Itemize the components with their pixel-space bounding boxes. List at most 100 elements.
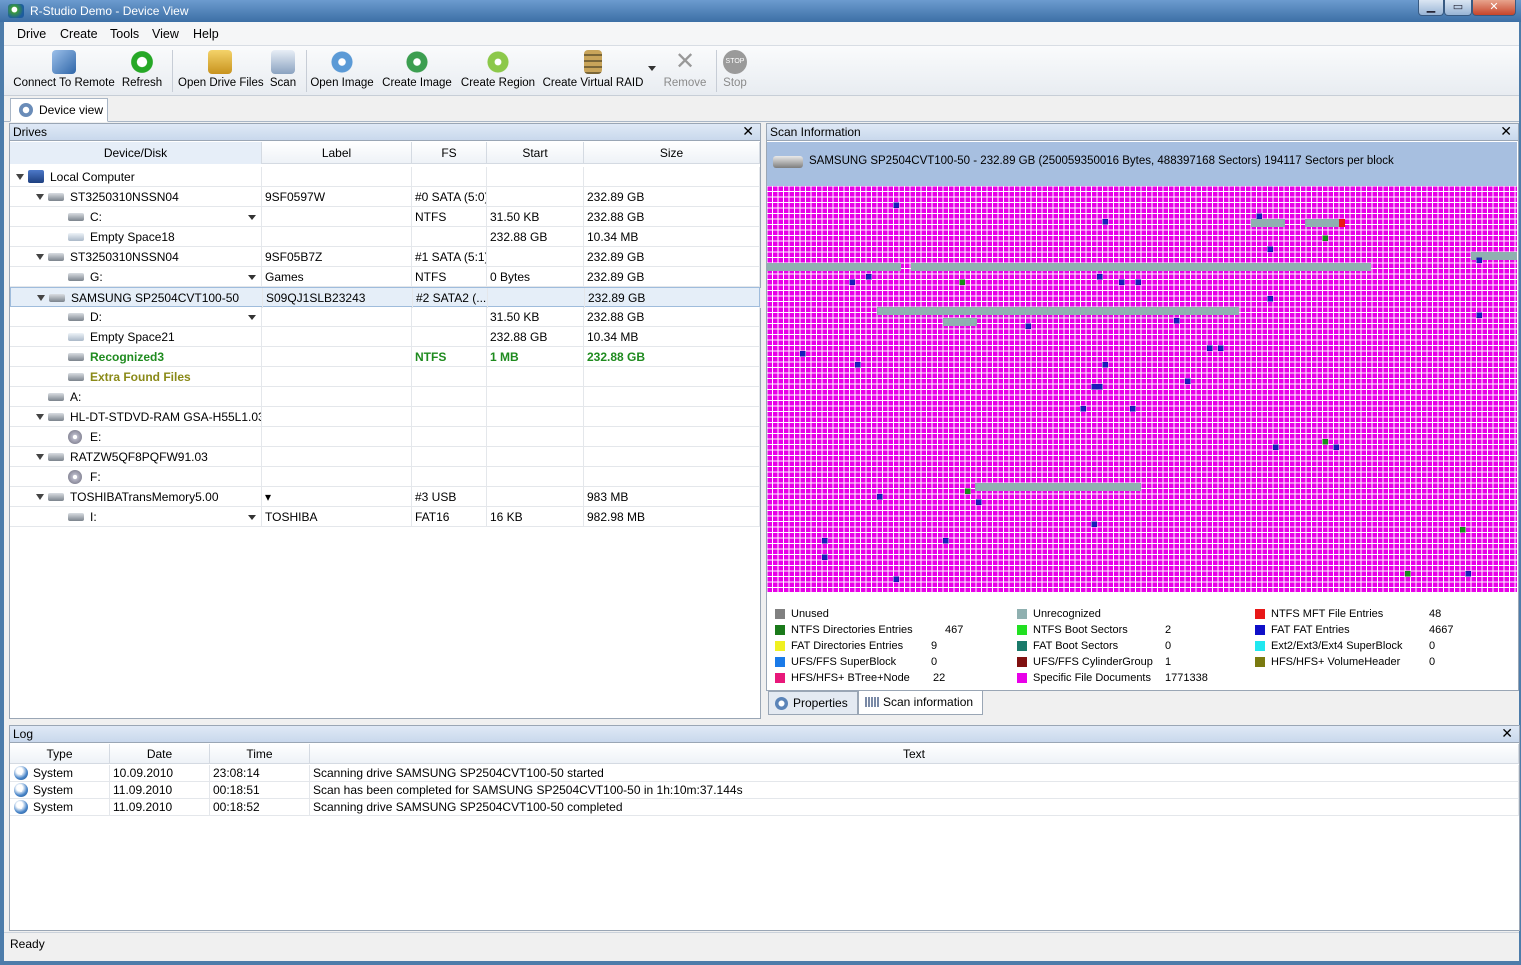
raid-dropdown-arrow[interactable] — [648, 66, 656, 71]
drive-cell-fs — [412, 367, 487, 387]
drive-row[interactable]: Empty Space18 232.88 GB 10.34 MB — [10, 227, 760, 247]
drive-cell-label — [262, 347, 412, 367]
legend-item: UFS/FFS CylinderGroup 1 — [1017, 654, 1252, 670]
empty-space-icon — [68, 233, 84, 241]
close-button[interactable]: ✕ — [1472, 0, 1516, 16]
col-label[interactable]: Label — [262, 142, 412, 164]
chevron-down-icon[interactable] — [248, 275, 256, 280]
drive-row[interactable]: RATZW5QF8PQFW91.03 — [10, 447, 760, 467]
col-size[interactable]: Size — [584, 142, 760, 164]
drive-row[interactable]: Local Computer — [10, 167, 760, 187]
col-fs[interactable]: FS — [412, 142, 487, 164]
log-row[interactable]: i System 10.09.2010 23:08:14 Scanning drive … — [10, 765, 1519, 782]
drive-row[interactable]: ST3250310NSSN04 9SF05B7Z #1 SATA (5:1) 232.… — [10, 247, 760, 267]
drive-row[interactable]: F: — [10, 467, 760, 487]
maximize-button[interactable]: ▭ — [1444, 0, 1472, 16]
col-text[interactable]: Text — [310, 744, 1519, 764]
scan-button[interactable]: Scan — [266, 48, 300, 94]
open-drive-files-button[interactable]: Open Drive Files — [178, 48, 264, 94]
tab-properties[interactable]: Properties — [768, 691, 858, 715]
scan-icon — [271, 50, 295, 74]
create-region-button[interactable]: Create Region — [460, 48, 536, 94]
expand-toggle-icon[interactable] — [36, 194, 44, 200]
disk-icon — [48, 193, 64, 201]
expand-toggle-icon[interactable] — [36, 414, 44, 420]
drive-cell-fs — [412, 447, 487, 467]
drive-row[interactable]: ST3250310NSSN04 9SF0597W #0 SATA (5:0) 232.… — [10, 187, 760, 207]
legend-swatch — [1255, 657, 1265, 667]
drive-cell-size — [584, 407, 760, 427]
chevron-down-icon[interactable] — [248, 515, 256, 520]
drive-row[interactable]: Recognized3 NTFS 1 MB 232.88 GB — [10, 347, 760, 367]
legend-label: FAT FAT Entries — [1271, 624, 1350, 636]
drive-row[interactable]: I: TOSHIBA FAT16 16 KB 982.98 MB — [10, 507, 760, 527]
drives-table-header: Device/Disk Label FS Start Size — [10, 142, 760, 164]
connect-remote-button[interactable]: Connect To Remote — [12, 48, 116, 94]
open-image-button[interactable]: Open Image — [310, 48, 374, 94]
drive-cell-start: 232.88 GB — [487, 227, 584, 247]
drive-cell-name: RATZW5QF8PQFW91.03 — [10, 447, 262, 467]
menu-create[interactable]: Create — [60, 27, 98, 41]
drive-cell-fs — [412, 307, 487, 327]
menu-drive[interactable]: Drive — [17, 27, 46, 41]
drive-row[interactable]: G: Games NTFS 0 Bytes 232.89 GB — [10, 267, 760, 287]
drives-panel-title: Drives — [13, 125, 48, 139]
legend-swatch — [775, 673, 785, 683]
drive-row[interactable]: Extra Found Files — [10, 367, 760, 387]
drive-cell-name: F: — [10, 467, 262, 487]
log-row[interactable]: i System 11.09.2010 00:18:52 Scanning drive … — [10, 799, 1519, 816]
legend-item: HFS/HFS+ BTree+Node 22 — [775, 670, 1010, 686]
unrecognized-band — [767, 263, 901, 271]
menu-help[interactable]: Help — [193, 27, 219, 41]
create-image-icon — [405, 50, 429, 74]
log-panel: Log ✕ Type Date Time Text i System 10.09.2… — [9, 725, 1520, 931]
expand-toggle-icon[interactable] — [37, 295, 45, 301]
create-virtual-raid-button[interactable]: Create Virtual RAID — [542, 48, 644, 94]
drive-cell-start — [487, 467, 584, 487]
drive-cell-size — [584, 427, 760, 447]
drive-cell-start — [488, 288, 585, 308]
drives-panel-close-icon[interactable]: ✕ — [742, 124, 754, 139]
drive-cell-size: 232.88 GB — [584, 207, 760, 227]
drive-row[interactable]: E: — [10, 427, 760, 447]
stop-button[interactable]: STOP Stop — [720, 48, 750, 94]
drive-row[interactable]: A: — [10, 387, 760, 407]
drive-cell-fs — [412, 467, 487, 487]
drive-row[interactable]: SAMSUNG SP2504CVT100-50 S09QJ1SLB23243 #2 … — [10, 287, 761, 308]
menu-tools[interactable]: Tools — [110, 27, 139, 41]
minimize-button[interactable]: ▁ — [1418, 0, 1444, 16]
tab-device-view[interactable]: Device view — [10, 98, 108, 122]
expand-toggle-icon[interactable] — [36, 254, 44, 260]
disk-icon — [68, 313, 84, 321]
expand-toggle-icon[interactable] — [16, 174, 24, 180]
window-title: R-Studio Demo - Device View — [30, 4, 189, 18]
log-cell-text: Scanning drive SAMSUNG SP2504CVT100-50 s… — [310, 765, 1519, 782]
col-type[interactable]: Type — [10, 744, 110, 764]
expand-toggle-icon[interactable] — [36, 494, 44, 500]
refresh-button[interactable]: Refresh — [118, 48, 166, 94]
col-start[interactable]: Start — [487, 142, 584, 164]
drive-cell-fs — [412, 167, 487, 187]
chevron-down-icon[interactable] — [248, 315, 256, 320]
drive-row[interactable]: Empty Space21 232.88 GB 10.34 MB — [10, 327, 760, 347]
col-device-disk[interactable]: Device/Disk — [10, 142, 262, 164]
col-time[interactable]: Time — [210, 744, 310, 764]
log-panel-close-icon[interactable]: ✕ — [1501, 726, 1513, 741]
drive-row[interactable]: D: 31.50 KB 232.88 GB — [10, 307, 760, 327]
tab-scan-information[interactable]: Scan information — [858, 691, 983, 715]
create-image-button[interactable]: Create Image — [382, 48, 452, 94]
drive-name: F: — [90, 470, 101, 484]
drive-row[interactable]: TOSHIBATransMemory5.00 ▾ #3 USB 983 MB — [10, 487, 760, 507]
drives-panel: Drives ✕ Device/Disk Label FS Start Size… — [9, 123, 761, 719]
toolbar-separator — [306, 50, 307, 92]
menu-view[interactable]: View — [152, 27, 179, 41]
drive-cell-label — [262, 407, 412, 427]
log-row[interactable]: i System 11.09.2010 00:18:51 Scan has been c… — [10, 782, 1519, 799]
remove-button[interactable]: ✕ Remove — [660, 48, 710, 94]
chevron-down-icon[interactable] — [248, 215, 256, 220]
col-date[interactable]: Date — [110, 744, 210, 764]
drive-row[interactable]: C: NTFS 31.50 KB 232.88 GB — [10, 207, 760, 227]
scan-panel-close-icon[interactable]: ✕ — [1500, 124, 1512, 139]
drive-row[interactable]: HL-DT-STDVD-RAM GSA-H55L1.03 — [10, 407, 760, 427]
expand-toggle-icon[interactable] — [36, 454, 44, 460]
